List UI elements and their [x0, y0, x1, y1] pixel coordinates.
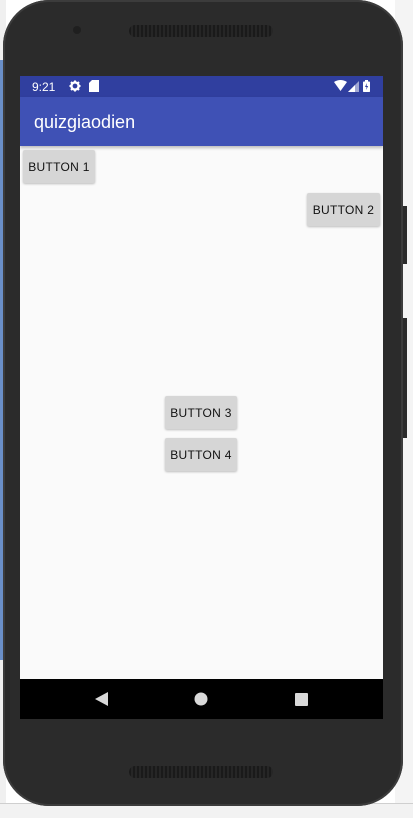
home-icon [194, 692, 208, 706]
sd-card-icon [89, 80, 99, 92]
recents-icon [294, 692, 308, 706]
app-bar: quizgiaodien [20, 97, 383, 146]
button-1[interactable]: BUTTON 1 [23, 150, 95, 183]
nav-home-button[interactable] [171, 679, 231, 719]
power-button[interactable] [403, 206, 407, 264]
app-title: quizgiaodien [34, 112, 136, 132]
nav-recents-button[interactable] [271, 679, 331, 719]
back-icon [94, 692, 108, 706]
signal-icon [348, 81, 359, 92]
navigation-bar [20, 679, 383, 719]
settings-gear-icon [69, 80, 81, 92]
wifi-icon [334, 80, 347, 91]
button-3[interactable]: BUTTON 3 [165, 396, 237, 429]
button-2[interactable]: BUTTON 2 [307, 193, 380, 226]
nav-back-button[interactable] [71, 679, 131, 719]
front-camera [73, 26, 81, 34]
status-time: 9:21 [32, 80, 56, 94]
app-screen: 9:21 quizgiaodien BUTTON 1 BUTTON 2 BUTT… [20, 76, 383, 719]
top-speaker-grille [129, 25, 273, 37]
status-bar: 9:21 [20, 76, 383, 97]
bottom-speaker-grille [129, 766, 273, 778]
phone-frame: 9:21 quizgiaodien BUTTON 1 BUTTON 2 BUTT… [3, 0, 407, 806]
volume-rocker[interactable] [403, 318, 407, 438]
battery-icon [363, 80, 370, 92]
button-4[interactable]: BUTTON 4 [165, 438, 237, 471]
